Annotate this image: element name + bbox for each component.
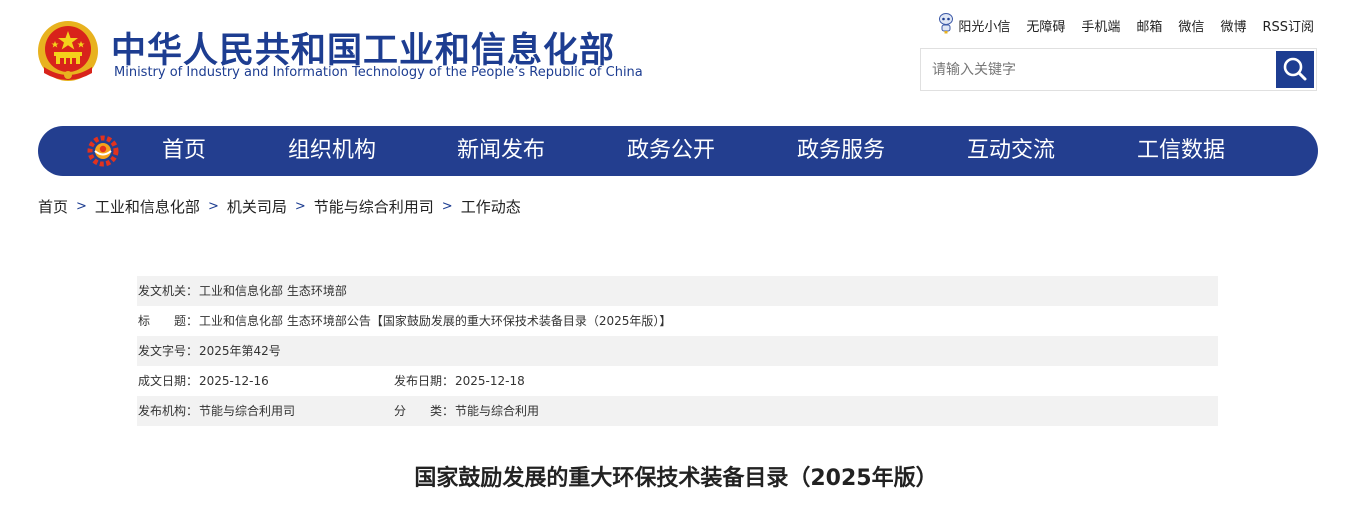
top-link-weibo[interactable]: 微博 (1220, 16, 1246, 35)
breadcrumb-work-news[interactable]: 工作动态 (461, 196, 521, 218)
org-label: 发布机构： (138, 404, 199, 418)
meta-row-org: 发布机构： 节能与综合利用司 分 类： 节能与综合利用 (137, 396, 1218, 426)
nav-data[interactable]: 工信数据 (1137, 126, 1225, 176)
search-icon (1276, 57, 1314, 91)
chevron-right-icon: > (207, 199, 219, 214)
category-value: 节能与综合利用 (455, 404, 540, 418)
nav-home[interactable]: 首页 (162, 126, 206, 176)
top-link-mobile[interactable]: 手机端 (1081, 16, 1120, 35)
org-value: 节能与综合利用司 (199, 404, 296, 418)
title-label: 标 题： (138, 314, 199, 328)
ministry-logo-icon (86, 134, 120, 168)
nav-gov-services[interactable]: 政务服务 (797, 126, 885, 176)
robot-icon (938, 12, 954, 38)
docno-label: 发文字号： (138, 344, 199, 358)
breadcrumb-department[interactable]: 节能与综合利用司 (314, 196, 434, 218)
nav-news[interactable]: 新闻发布 (457, 126, 545, 176)
breadcrumb-departments[interactable]: 机关司局 (227, 196, 287, 218)
top-link-wechat[interactable]: 微信 (1178, 16, 1204, 35)
site-subtitle-en: Ministry of Industry and Information Tec… (114, 65, 643, 80)
top-link-sunshine[interactable]: 阳光小信 (938, 12, 1010, 38)
national-emblem (36, 19, 100, 85)
chevron-right-icon: > (76, 199, 87, 214)
top-link-mail[interactable]: 邮箱 (1136, 16, 1162, 35)
top-link-accessibility[interactable]: 无障碍 (1026, 16, 1065, 35)
nav-interaction[interactable]: 互动交流 (967, 126, 1055, 176)
nav-gov-affairs[interactable]: 政务公开 (627, 126, 715, 176)
top-links: 阳光小信 无障碍 手机端 邮箱 微信 微博 RSS订阅 (938, 12, 1314, 38)
meta-row-issuer: 发文机关： 工业和信息化部 生态环境部 (137, 276, 1218, 306)
docno-value: 2025年第42号 (199, 344, 281, 358)
breadcrumb-home[interactable]: 首页 (38, 196, 68, 218)
created-value: 2025-12-16 (199, 374, 269, 388)
top-link-label: 阳光小信 (958, 19, 1011, 35)
chevron-right-icon: > (441, 199, 453, 214)
published-value: 2025-12-18 (455, 374, 525, 388)
meta-row-dates: 成文日期： 2025-12-16 发布日期： 2025-12-18 (137, 366, 1218, 396)
meta-row-title: 标 题： 工业和信息化部 生态环境部公告【国家鼓励发展的重大环保技术装备目录（2… (137, 306, 1218, 336)
issuer-value: 工业和信息化部 生态环境部 (199, 284, 347, 298)
breadcrumb: 首页 > 工业和信息化部 > 机关司局 > 节能与综合利用司 > 工作动态 (38, 196, 521, 218)
search-button[interactable] (1276, 51, 1314, 88)
search-input[interactable] (921, 49, 1275, 90)
breadcrumb-ministry[interactable]: 工业和信息化部 (95, 196, 200, 218)
document-title: 国家鼓励发展的重大环保技术装备目录（2025年版） (414, 466, 938, 491)
main-nav: 首页 组织机构 新闻发布 政务公开 政务服务 互动交流 工信数据 (38, 126, 1318, 176)
document-meta: 发文机关： 工业和信息化部 生态环境部 标 题： 工业和信息化部 生态环境部公告… (137, 276, 1218, 426)
issuer-label: 发文机关： (138, 284, 199, 298)
chevron-right-icon: > (294, 199, 306, 214)
meta-row-docno: 发文字号： 2025年第42号 (137, 336, 1218, 366)
search-box (920, 48, 1317, 91)
title-value: 工业和信息化部 生态环境部公告【国家鼓励发展的重大环保技术装备目录（2025年版… (199, 314, 672, 328)
top-link-rss[interactable]: RSS订阅 (1262, 16, 1314, 35)
nav-organization[interactable]: 组织机构 (288, 126, 376, 176)
category-label: 分 类： (394, 404, 455, 418)
published-label: 发布日期： (394, 374, 455, 388)
created-label: 成文日期： (138, 374, 199, 388)
